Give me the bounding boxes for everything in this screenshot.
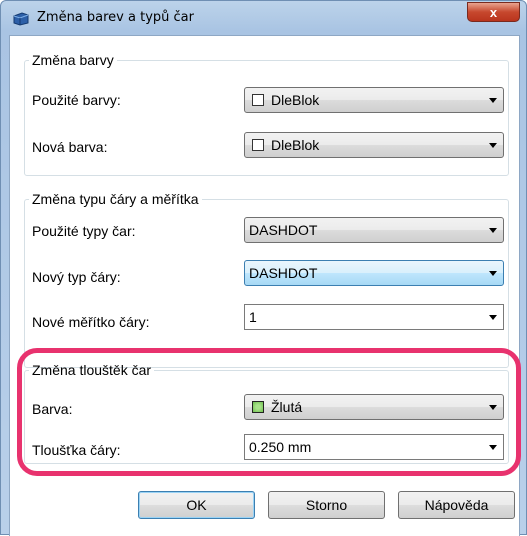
close-icon: x bbox=[489, 5, 498, 20]
lineweight-value[interactable]: 0.250 mm bbox=[249, 439, 311, 455]
used-linetypes-value: DASHDOT bbox=[249, 222, 318, 238]
color-swatch-icon bbox=[252, 401, 264, 413]
linetype-scale-combo[interactable]: 1 bbox=[244, 304, 504, 330]
lineweight-color-label: Barva: bbox=[32, 401, 73, 417]
cancel-button[interactable]: Storno bbox=[268, 491, 385, 519]
new-linetype-label: Nový typ čáry: bbox=[32, 269, 121, 285]
group-lineweight-legend: Změna tlouštěk čar bbox=[32, 362, 152, 378]
dialog-window: Změna barev a typů čar x Změna barvy Pou… bbox=[0, 0, 527, 536]
chevron-down-icon bbox=[489, 271, 497, 276]
used-linetypes-select[interactable]: DASHDOT bbox=[244, 217, 504, 243]
chevron-down-icon[interactable] bbox=[489, 445, 497, 450]
window-title: Změna barev a typů čar bbox=[37, 10, 194, 25]
lineweight-color-value: Žlutá bbox=[271, 399, 303, 415]
new-linetype-select[interactable]: DASHDOT bbox=[244, 260, 504, 286]
title-bar[interactable]: Změna barev a typů čar x bbox=[1, 1, 527, 35]
color-swatch-icon bbox=[252, 94, 264, 106]
used-colors-select[interactable]: DleBlok bbox=[244, 87, 504, 113]
group-color-legend: Změna barvy bbox=[32, 52, 114, 68]
chevron-down-icon bbox=[489, 98, 497, 103]
dialog-client-area: Změna barvy Použité barvy: DleBlok Nová … bbox=[9, 35, 520, 536]
new-color-select[interactable]: DleBlok bbox=[244, 132, 504, 158]
help-button[interactable]: Nápověda bbox=[398, 491, 515, 519]
new-linetype-value: DASHDOT bbox=[249, 265, 318, 281]
used-linetypes-label: Použité typy čar: bbox=[32, 223, 136, 239]
close-button[interactable]: x bbox=[467, 2, 520, 22]
linetype-scale-value[interactable]: 1 bbox=[249, 309, 257, 325]
linetype-scale-label: Nové měřítko čáry: bbox=[32, 314, 150, 330]
group-linetype-legend: Změna typu čáry a měřítka bbox=[32, 191, 199, 207]
color-swatch-icon bbox=[252, 139, 264, 151]
chevron-down-icon bbox=[489, 143, 497, 148]
lineweight-color-select[interactable]: Žlutá bbox=[244, 394, 504, 420]
new-color-value: DleBlok bbox=[271, 137, 320, 153]
app-icon bbox=[13, 12, 29, 26]
chevron-down-icon[interactable] bbox=[489, 315, 497, 320]
chevron-down-icon bbox=[489, 405, 497, 410]
new-color-label: Nová barva: bbox=[32, 139, 108, 155]
lineweight-combo[interactable]: 0.250 mm bbox=[244, 434, 504, 460]
lineweight-label: Tloušťka čáry: bbox=[32, 442, 121, 458]
ok-button[interactable]: OK bbox=[138, 491, 255, 519]
used-colors-value: DleBlok bbox=[271, 92, 320, 108]
chevron-down-icon bbox=[489, 228, 497, 233]
used-colors-label: Použité barvy: bbox=[32, 92, 121, 108]
